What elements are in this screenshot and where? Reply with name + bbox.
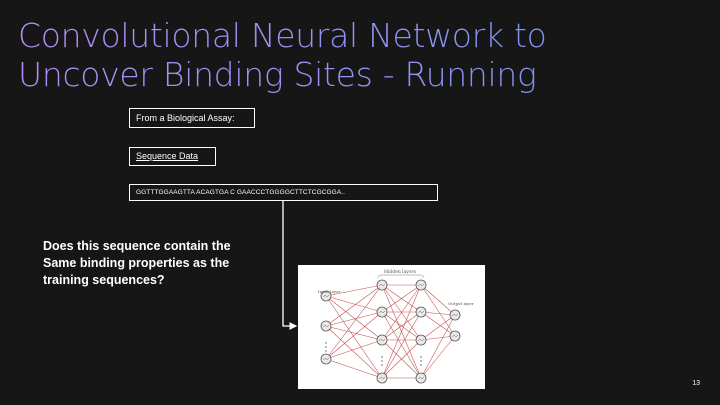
ellipsis-dot xyxy=(325,346,327,348)
output-layer-label: Output layer xyxy=(448,301,474,306)
ellipsis-dot xyxy=(420,360,422,362)
slide: Convolutional Neural Network to Uncover … xyxy=(0,0,720,405)
neural-network-diagram: Hidden layers Input layer Output layer xyxy=(318,269,474,384)
network-edge xyxy=(420,314,456,379)
network-edge xyxy=(325,284,383,360)
neural-network-diagram-panel: Hidden layers Input layer Output layer xyxy=(298,265,485,389)
ellipsis-dot xyxy=(420,364,422,366)
page-number: 13 xyxy=(692,380,700,387)
ellipsis-dot xyxy=(381,360,383,362)
network-edge xyxy=(325,358,383,379)
network-nodes xyxy=(320,279,461,384)
hidden-layers-bracket xyxy=(377,274,425,279)
input-layer-label: Input layer xyxy=(318,289,340,294)
network-edges xyxy=(325,274,456,379)
network-edge xyxy=(325,295,383,341)
network-edge xyxy=(420,335,456,379)
ellipsis-dot xyxy=(381,356,383,358)
network-edge xyxy=(325,339,383,360)
ellipsis-dot xyxy=(325,350,327,352)
ellipsis-dot xyxy=(420,356,422,358)
network-edge xyxy=(325,295,383,313)
connector-arrow xyxy=(282,201,298,330)
hidden-layers-label: Hidden layers xyxy=(384,269,417,275)
ellipsis-dot xyxy=(325,342,327,344)
network-edge xyxy=(325,295,383,379)
ellipsis-dot xyxy=(381,364,383,366)
network-edge xyxy=(325,325,383,341)
